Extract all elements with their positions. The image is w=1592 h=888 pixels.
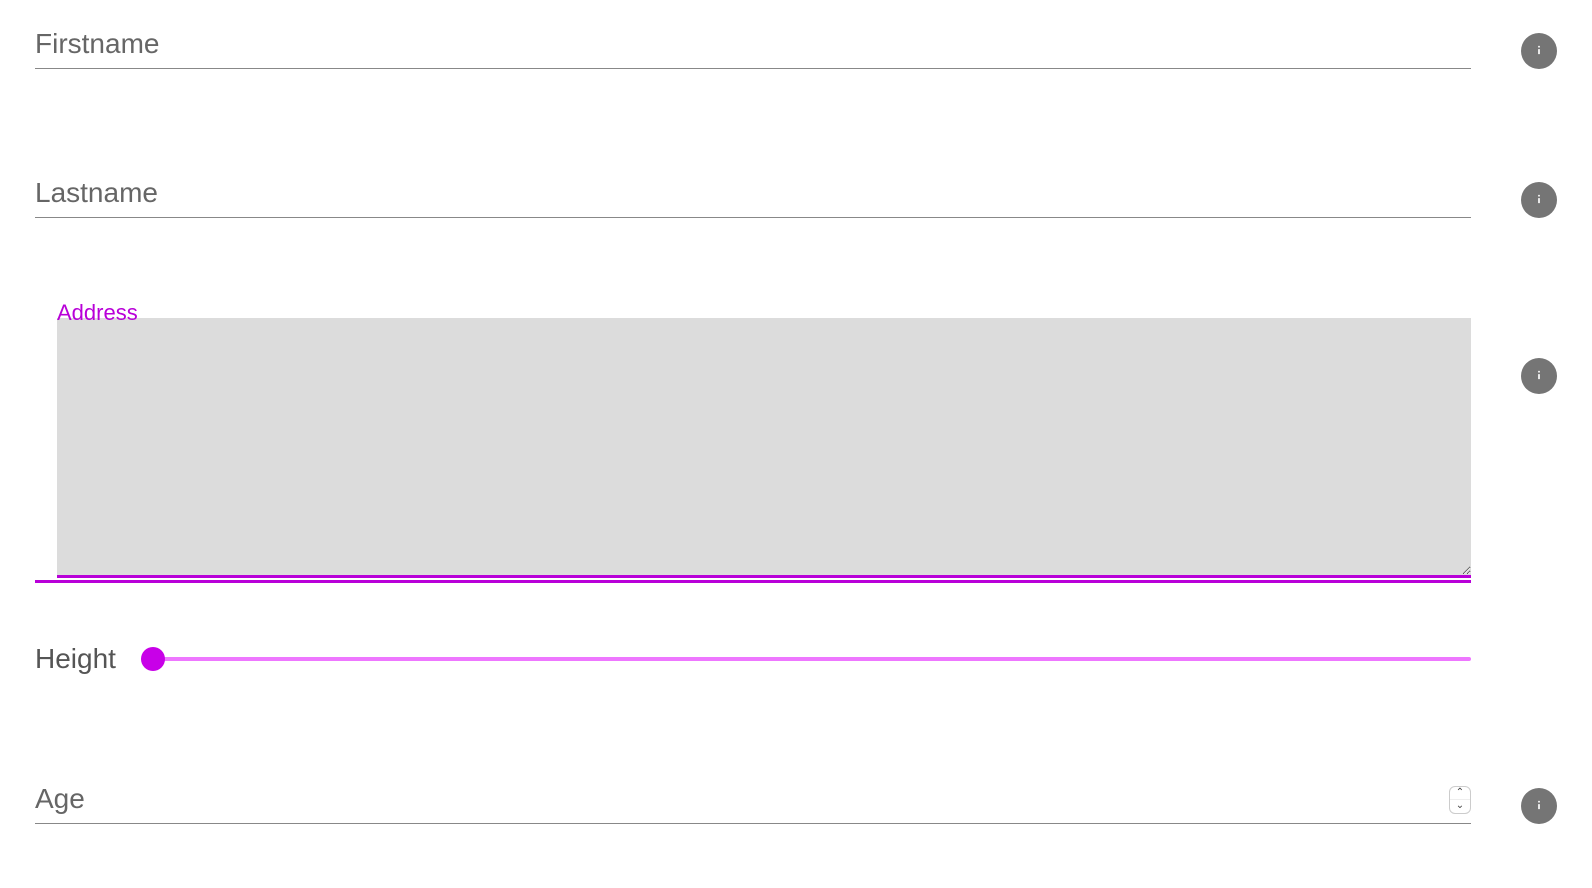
firstname-info-button[interactable] [1521, 33, 1557, 69]
address-row: Address [35, 318, 1557, 583]
age-field-wrapper: ⌃ ⌄ [35, 775, 1471, 824]
chevron-up-icon: ⌃ [1456, 788, 1464, 798]
age-spinner: ⌃ ⌄ [1449, 786, 1471, 814]
lastname-info-button[interactable] [1521, 182, 1557, 218]
firstname-input[interactable] [35, 20, 1471, 69]
info-icon [1529, 795, 1549, 818]
age-input[interactable] [35, 775, 1471, 824]
height-slider-container [141, 647, 1471, 671]
address-textarea[interactable] [57, 318, 1471, 578]
address-info-button[interactable] [1521, 358, 1557, 394]
lastname-input[interactable] [35, 169, 1471, 218]
address-label: Address [57, 300, 138, 326]
age-info-button[interactable] [1521, 788, 1557, 824]
info-icon [1529, 40, 1549, 63]
firstname-row [35, 20, 1557, 69]
height-label: Height [35, 643, 116, 675]
address-field-wrapper: Address [35, 318, 1471, 583]
lastname-row [35, 169, 1557, 218]
age-row: ⌃ ⌄ [35, 775, 1557, 824]
lastname-field-wrapper [35, 169, 1471, 218]
info-icon [1529, 365, 1549, 388]
height-row: Height [35, 643, 1557, 675]
chevron-down-icon: ⌄ [1456, 801, 1464, 811]
age-step-up-button[interactable]: ⌃ [1450, 787, 1470, 801]
info-icon [1529, 189, 1549, 212]
firstname-field-wrapper [35, 20, 1471, 69]
age-step-down-button[interactable]: ⌄ [1450, 800, 1470, 813]
address-underline [35, 580, 1471, 583]
